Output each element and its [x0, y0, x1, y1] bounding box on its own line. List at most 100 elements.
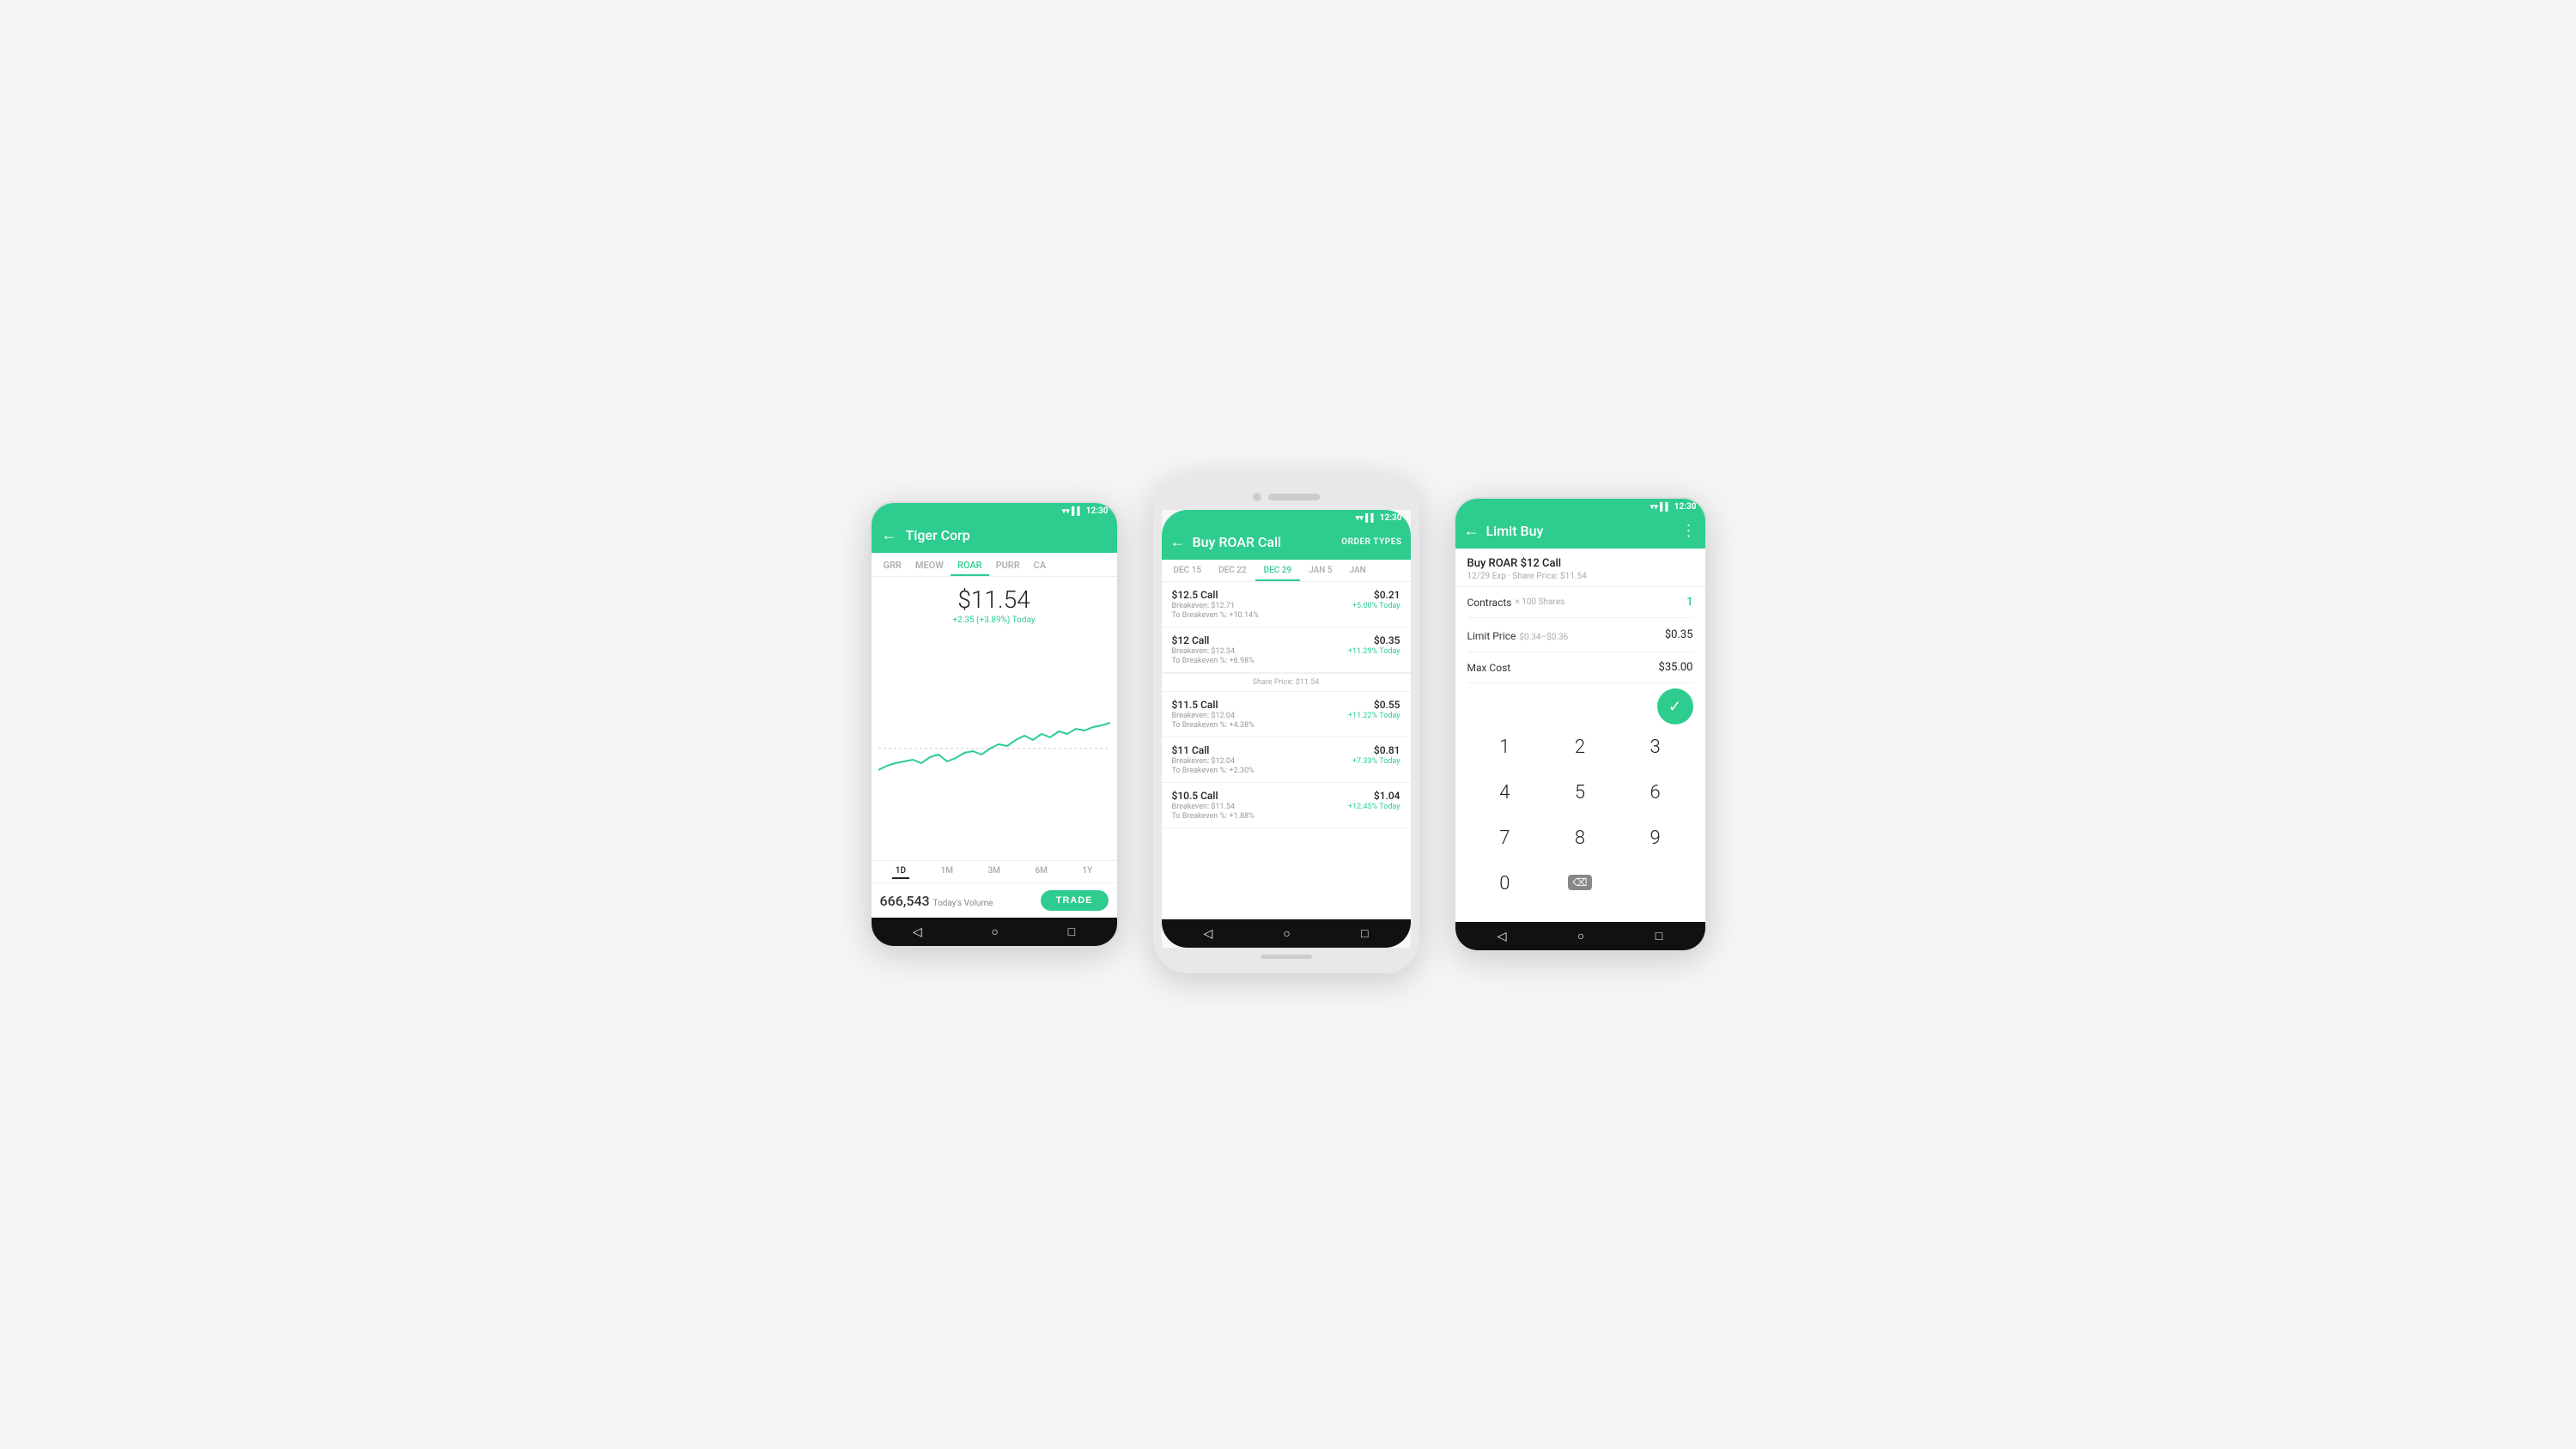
- phone-center: ▾▾ ▌▌ 12:30 ← Buy ROAR Call ORDER TYPES …: [1153, 476, 1419, 973]
- nav-home-icon-right[interactable]: ○: [1577, 929, 1584, 943]
- menu-dots-button[interactable]: ⋮: [1681, 522, 1697, 540]
- signal-icons-left: ▾▾ ▌▌: [1062, 506, 1083, 516]
- limit-price-hint: $0.34–$0.36: [1519, 633, 1568, 642]
- nav-back-icon-center[interactable]: ◁: [1204, 927, 1213, 941]
- trade-button[interactable]: TRADE: [1041, 890, 1109, 911]
- phone-notch-top: [1162, 484, 1411, 510]
- time-period-tabs: 1D 1M 3M 6M 1Y: [872, 860, 1117, 882]
- date-tabs: DEC 15 DEC 22 DEC 29 JAN 5 JAN: [1162, 560, 1411, 582]
- numpad-4[interactable]: 4: [1467, 770, 1543, 815]
- right-header-left: ← Limit Buy: [1464, 522, 1544, 540]
- status-time-left: 12:30: [1086, 506, 1109, 516]
- options-list: $12.5 Call Breakeven: $12.71 To Breakeve…: [1162, 582, 1411, 919]
- date-jan[interactable]: JAN: [1341, 560, 1375, 581]
- back-button-right[interactable]: ←: [1464, 522, 1479, 540]
- chart-svg: [878, 632, 1110, 857]
- tab-ca[interactable]: CA: [1027, 553, 1053, 576]
- order-subtitle: 12/29 Exp · Share Price: $11.54: [1467, 572, 1693, 581]
- ticker-tabs: GRR MEOW ROAR PURR CA: [872, 553, 1117, 577]
- backspace-key-icon: ⌫: [1568, 875, 1593, 890]
- date-jan5[interactable]: JAN 5: [1300, 560, 1340, 581]
- price-change: +2.35 (+3.89%) Today: [878, 615, 1110, 625]
- numpad-backspace[interactable]: ⌫: [1542, 861, 1618, 906]
- numpad-0[interactable]: 0: [1467, 861, 1543, 906]
- period-1m[interactable]: 1M: [938, 864, 957, 879]
- option-11-breakeven: Breakeven: $12.04: [1172, 757, 1255, 766]
- option-10-5-tobreak: To Breakeven %: +1.88%: [1172, 812, 1255, 821]
- numpad: 1 2 3 4 5 6 7 8 9 0 ⌫: [1455, 724, 1705, 906]
- option-11-5-right: $0.55 +11.22% Today: [1348, 699, 1400, 720]
- option-12-5-name: $12.5 Call: [1172, 589, 1259, 601]
- numpad-6[interactable]: 6: [1618, 770, 1693, 815]
- status-bar-left: ▾▾ ▌▌ 12:30: [872, 503, 1117, 519]
- right-header-title: Limit Buy: [1486, 523, 1544, 539]
- option-11-tobreak: To Breakeven %: +2.30%: [1172, 767, 1255, 775]
- order-types-label[interactable]: ORDER TYPES: [1341, 537, 1401, 547]
- option-10-5-change: +12.45% Today: [1348, 803, 1400, 811]
- nav-square-icon-center[interactable]: □: [1361, 926, 1368, 941]
- numpad-8[interactable]: 8: [1542, 815, 1618, 861]
- phone-speaker: [1268, 494, 1320, 500]
- back-button-center[interactable]: ←: [1170, 533, 1186, 551]
- option-10-5-breakeven: Breakeven: $11.54: [1172, 803, 1255, 811]
- center-header: ← Buy ROAR Call ORDER TYPES: [1162, 526, 1411, 560]
- nav-back-icon-left[interactable]: ◁: [913, 925, 922, 939]
- limit-price-label: Limit Price: [1467, 630, 1516, 642]
- numpad-1[interactable]: 1: [1467, 724, 1543, 770]
- numpad-5[interactable]: 5: [1542, 770, 1618, 815]
- option-12-right: $0.35 +11.29% Today: [1348, 634, 1400, 656]
- option-11-left: $11 Call Breakeven: $12.04 To Breakeven …: [1172, 744, 1255, 775]
- tab-grr[interactable]: GRR: [877, 553, 908, 576]
- option-10-5-call[interactable]: $10.5 Call Breakeven: $11.54 To Breakeve…: [1162, 783, 1411, 828]
- period-3m[interactable]: 3M: [984, 864, 1003, 879]
- status-time-center: 12:30: [1380, 513, 1402, 523]
- order-info: Buy ROAR $12 Call 12/29 Exp · Share Pric…: [1455, 549, 1705, 587]
- tab-purr[interactable]: PURR: [989, 553, 1027, 576]
- option-11-5-left: $11.5 Call Breakeven: $12.04 To Breakeve…: [1172, 699, 1255, 730]
- nav-square-icon-left[interactable]: □: [1068, 925, 1075, 939]
- option-12-5-left: $12.5 Call Breakeven: $12.71 To Breakeve…: [1172, 589, 1259, 620]
- contracts-field: Contracts × 100 Shares 1: [1467, 587, 1693, 618]
- date-dec29[interactable]: DEC 29: [1255, 560, 1301, 581]
- option-12-5-call[interactable]: $12.5 Call Breakeven: $12.71 To Breakeve…: [1162, 582, 1411, 627]
- date-dec22[interactable]: DEC 22: [1210, 560, 1255, 581]
- option-12-left: $12 Call Breakeven: $12.34 To Breakeven …: [1172, 634, 1255, 665]
- tab-meow[interactable]: MEOW: [908, 553, 951, 576]
- contracts-value[interactable]: 1: [1686, 596, 1692, 609]
- nav-square-icon-right[interactable]: □: [1656, 929, 1662, 943]
- option-12-5-breakeven: Breakeven: $12.71: [1172, 602, 1259, 610]
- option-12-name: $12 Call: [1172, 634, 1255, 646]
- status-time-right: 12:30: [1674, 502, 1697, 512]
- confirm-button[interactable]: ✓: [1657, 688, 1693, 724]
- nav-bar-center: ◁ ○ □: [1162, 919, 1411, 948]
- contracts-hint: × 100 Shares: [1515, 597, 1564, 607]
- left-header: ← Tiger Corp: [872, 519, 1117, 553]
- back-button-left[interactable]: ←: [882, 526, 897, 544]
- option-10-5-name: $10.5 Call: [1172, 790, 1255, 802]
- phone-center-inner: ▾▾ ▌▌ 12:30 ← Buy ROAR Call ORDER TYPES …: [1162, 510, 1411, 948]
- option-11-5-change: +11.22% Today: [1348, 712, 1400, 720]
- nav-home-icon-left[interactable]: ○: [991, 925, 998, 939]
- numpad-7[interactable]: 7: [1467, 815, 1543, 861]
- limit-price-label-group: Limit Price $0.34–$0.36: [1467, 627, 1569, 643]
- phone-chin-bar: [1261, 955, 1312, 959]
- date-dec15[interactable]: DEC 15: [1165, 560, 1211, 581]
- option-11-call[interactable]: $11 Call Breakeven: $12.04 To Breakeven …: [1162, 737, 1411, 783]
- option-12-tobreak: To Breakeven %: +6.98%: [1172, 657, 1255, 665]
- tab-roar[interactable]: ROAR: [951, 553, 989, 576]
- period-1d[interactable]: 1D: [892, 864, 909, 879]
- numpad-2[interactable]: 2: [1542, 724, 1618, 770]
- option-12-call[interactable]: $12 Call Breakeven: $12.34 To Breakeven …: [1162, 627, 1411, 673]
- nav-back-icon-right[interactable]: ◁: [1498, 930, 1507, 943]
- phone-left: ▾▾ ▌▌ 12:30 ← Tiger Corp GRR MEOW ROAR P…: [870, 501, 1119, 948]
- period-1y[interactable]: 1Y: [1078, 864, 1096, 879]
- limit-price-value[interactable]: $0.35: [1665, 628, 1693, 641]
- nav-home-icon-center[interactable]: ○: [1283, 926, 1290, 941]
- option-11-5-call[interactable]: $11.5 Call Breakeven: $12.04 To Breakeve…: [1162, 692, 1411, 737]
- status-bar-center: ▾▾ ▌▌ 12:30: [1162, 510, 1411, 526]
- option-11-right: $0.81 +7.33% Today: [1352, 744, 1400, 766]
- trade-bar: 666,543 Today's Volume TRADE: [872, 882, 1117, 918]
- period-6m[interactable]: 6M: [1031, 864, 1050, 879]
- numpad-3[interactable]: 3: [1618, 724, 1693, 770]
- numpad-9[interactable]: 9: [1618, 815, 1693, 861]
